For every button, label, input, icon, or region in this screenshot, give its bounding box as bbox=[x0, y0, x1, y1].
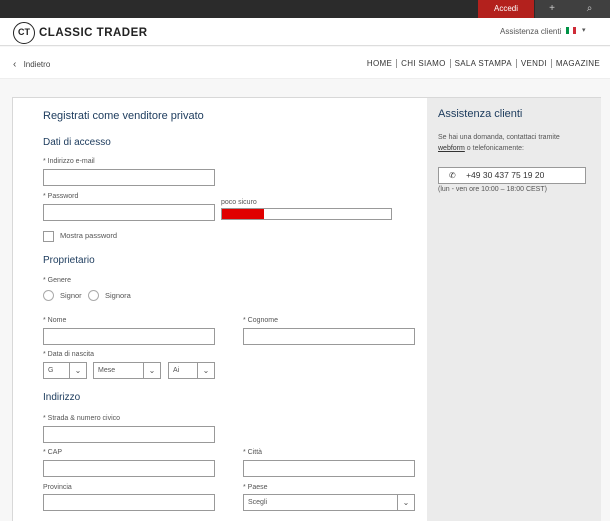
dob-label: * Data di nascita bbox=[43, 351, 94, 358]
gender-mr-label: Signor bbox=[60, 291, 82, 300]
main-nav: ‹ Indietro HOME CHI SIAMO SALA STAMPA VE… bbox=[0, 47, 610, 79]
nav-item-about[interactable]: CHI SIAMO bbox=[397, 59, 451, 68]
customer-service-link[interactable]: Assistenza clienti bbox=[500, 27, 561, 36]
password-strength-bar bbox=[221, 208, 392, 220]
first-name-field[interactable] bbox=[43, 328, 215, 345]
show-password-checkbox[interactable] bbox=[43, 231, 54, 242]
password-field[interactable] bbox=[43, 204, 215, 221]
dob-month-select[interactable]: Mese ⌄ bbox=[93, 362, 161, 379]
site-header: CT CLASSIC TRADER Assistenza clienti ▾ bbox=[0, 18, 610, 46]
support-title: Assistenza clienti bbox=[438, 108, 523, 120]
support-text-pre: Se hai una domanda, contattaci tramite bbox=[438, 134, 560, 141]
show-password-label: Mostra password bbox=[60, 231, 118, 240]
italy-flag-icon bbox=[566, 26, 576, 34]
back-link[interactable]: ‹ Indietro bbox=[13, 59, 50, 70]
support-panel bbox=[427, 98, 601, 521]
webform-link[interactable]: webform bbox=[438, 145, 465, 152]
back-label: Indietro bbox=[23, 60, 51, 69]
province-field[interactable] bbox=[43, 494, 215, 511]
gender-mr-radio[interactable] bbox=[43, 290, 54, 301]
plus-icon[interactable]: + bbox=[535, 0, 569, 18]
last-name-label: * Cognome bbox=[243, 317, 279, 324]
street-field[interactable] bbox=[43, 426, 215, 443]
support-text-post: o telefonicamente: bbox=[466, 145, 524, 152]
password-strength-fill bbox=[222, 209, 265, 219]
nav-item-press[interactable]: SALA STAMPA bbox=[451, 59, 517, 68]
password-strength-label: poco sicuro bbox=[221, 199, 257, 206]
top-bar: Accedi + ⌕ bbox=[0, 0, 610, 18]
gender-mrs-label: Signora bbox=[105, 291, 131, 300]
dob-month-value: Mese bbox=[98, 367, 116, 374]
gender-mrs-radio[interactable] bbox=[88, 290, 99, 301]
zip-field[interactable] bbox=[43, 460, 215, 477]
last-name-field[interactable] bbox=[243, 328, 415, 345]
street-label: * Strada & numero civico bbox=[43, 415, 121, 422]
logo-text: CLASSIC TRADER bbox=[39, 27, 148, 39]
nav-item-magazine[interactable]: MAGAZINE bbox=[552, 59, 600, 68]
gender-label: * Genere bbox=[43, 277, 72, 284]
support-hours: (lun - ven ore 10:00 – 18:00 CEST) bbox=[438, 186, 547, 193]
nav-item-home[interactable]: HOME bbox=[363, 59, 398, 68]
country-label: * Paese bbox=[243, 484, 268, 491]
phone-box[interactable]: ✆ +49 30 437 75 19 20 bbox=[438, 167, 586, 184]
chevron-down-icon: ▾ bbox=[582, 27, 586, 34]
support-text: Se hai una domanda, contattaci tramite w… bbox=[438, 132, 588, 154]
logo-mark: CT bbox=[13, 22, 35, 44]
nav-menu: HOME CHI SIAMO SALA STAMPA VENDI MAGAZIN… bbox=[363, 59, 600, 68]
city-field[interactable] bbox=[243, 460, 415, 477]
country-select[interactable]: Scegli ⌄ bbox=[243, 494, 415, 511]
dob-year-value: Ai bbox=[173, 367, 180, 374]
form-title: Registrati come venditore privato bbox=[43, 110, 204, 122]
flag-stripe bbox=[572, 26, 576, 34]
zip-label: * CAP bbox=[43, 449, 63, 456]
dob-day-select[interactable]: G ⌄ bbox=[43, 362, 87, 379]
section-owner-heading: Proprietario bbox=[43, 255, 95, 266]
province-label: Provincia bbox=[43, 484, 72, 491]
chevron-down-icon: ⌄ bbox=[69, 363, 86, 378]
city-label: * Città bbox=[243, 449, 263, 456]
chevron-down-icon: ⌄ bbox=[143, 363, 160, 378]
language-selector[interactable]: ▾ bbox=[566, 26, 586, 34]
dob-year-select[interactable]: Ai ⌄ bbox=[168, 362, 215, 379]
password-label: * Password bbox=[43, 193, 79, 200]
chevron-left-icon: ‹ bbox=[13, 59, 17, 70]
email-label: * Indirizzo e-mail bbox=[43, 158, 95, 165]
chevron-down-icon: ⌄ bbox=[197, 363, 214, 378]
email-field[interactable] bbox=[43, 169, 215, 186]
nav-item-sell[interactable]: VENDI bbox=[517, 59, 552, 68]
search-icon[interactable]: ⌕ bbox=[569, 0, 610, 18]
dob-day-value: G bbox=[48, 367, 54, 374]
first-name-label: * Nome bbox=[43, 317, 67, 324]
logo[interactable]: CT CLASSIC TRADER bbox=[13, 22, 148, 44]
country-value: Scegli bbox=[248, 499, 268, 506]
chevron-down-icon: ⌄ bbox=[397, 495, 414, 510]
section-access-heading: Dati di accesso bbox=[43, 137, 111, 148]
phone-icon: ✆ bbox=[449, 171, 456, 180]
phone-number: +49 30 437 75 19 20 bbox=[466, 170, 545, 180]
section-address-heading: Indirizzo bbox=[43, 392, 81, 403]
login-button[interactable]: Accedi bbox=[478, 0, 534, 18]
